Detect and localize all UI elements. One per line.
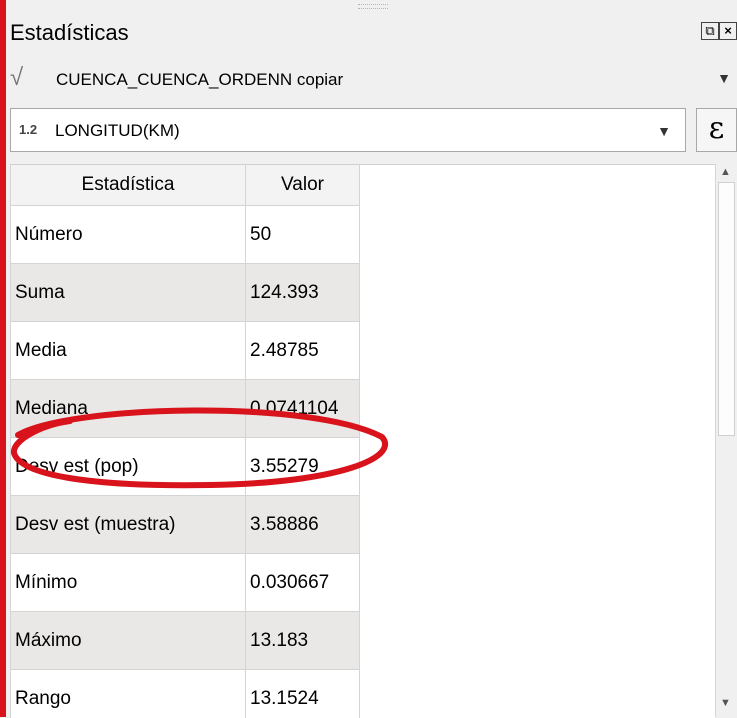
- table-row[interactable]: Número 50: [11, 206, 360, 264]
- line-vector-layer-icon: √: [10, 64, 23, 92]
- statistics-table: Estadística Valor Número 50 Suma 124.393…: [10, 165, 360, 718]
- stat-value-cell: 2.48785: [246, 322, 360, 380]
- table-row[interactable]: Suma 124.393: [11, 264, 360, 322]
- stat-name-cell: Rango: [11, 670, 246, 718]
- stat-name-cell: Desv est (muestra): [11, 496, 246, 554]
- stat-name-cell: Desv est (pop): [11, 438, 246, 496]
- vertical-scrollbar[interactable]: ▲ ▼: [715, 164, 737, 717]
- table-row[interactable]: Mínimo 0.030667: [11, 554, 360, 612]
- table-row[interactable]: Máximo 13.183: [11, 612, 360, 670]
- stat-value-cell: 3.58886: [246, 496, 360, 554]
- scroll-down-icon[interactable]: ▼: [720, 697, 731, 709]
- chevron-down-icon[interactable]: ▼: [657, 123, 671, 139]
- table-row[interactable]: Desv est (pop) 3.55279: [11, 438, 360, 496]
- stat-name-cell: Máximo: [11, 612, 246, 670]
- field-selector[interactable]: 1.2 LONGITUD(KM) ▼: [10, 108, 686, 152]
- table-row[interactable]: Mediana 0.0741104: [11, 380, 360, 438]
- layer-name: CUENCA_CUENCA_ORDENN copiar: [56, 70, 343, 90]
- stat-value-cell: 0.030667: [246, 554, 360, 612]
- close-panel-icon[interactable]: ×: [719, 22, 737, 40]
- dock-grip-handle[interactable]: [358, 4, 388, 9]
- column-header-statistic[interactable]: Estadística: [11, 165, 246, 206]
- statistics-table-area: Estadística Valor Número 50 Suma 124.393…: [10, 164, 715, 718]
- stat-name-cell: Mínimo: [11, 554, 246, 612]
- table-header-row: Estadística Valor: [11, 165, 360, 206]
- stat-value-cell: 13.183: [246, 612, 360, 670]
- stat-value-cell: 3.55279: [246, 438, 360, 496]
- table-row[interactable]: Media 2.48785: [11, 322, 360, 380]
- panel-title: Estadísticas: [10, 20, 129, 46]
- expression-button[interactable]: ε: [696, 108, 737, 152]
- chevron-down-icon[interactable]: ▼: [717, 70, 731, 86]
- stat-value-cell: 50: [246, 206, 360, 264]
- stat-value-cell: 13.1524: [246, 670, 360, 718]
- panel-title-buttons: ⧉ ×: [701, 22, 737, 42]
- stat-value-cell: 124.393: [246, 264, 360, 322]
- field-name: LONGITUD(KM): [55, 121, 180, 141]
- scrollbar-thumb[interactable]: [718, 182, 735, 436]
- stat-name-cell: Media: [11, 322, 246, 380]
- stat-name-cell: Número: [11, 206, 246, 264]
- table-row[interactable]: Rango 13.1524: [11, 670, 360, 718]
- stat-name-cell: Mediana: [11, 380, 246, 438]
- stat-value-cell: 0.0741104: [246, 380, 360, 438]
- decimal-type-icon: 1.2: [19, 122, 37, 137]
- statistics-panel: Estadísticas ⧉ × √ CUENCA_CUENCA_ORDENN …: [6, 0, 737, 717]
- float-panel-icon[interactable]: ⧉: [701, 22, 719, 40]
- stat-name-cell: Suma: [11, 264, 246, 322]
- layer-selector[interactable]: √ CUENCA_CUENCA_ORDENN copiar ▼: [10, 58, 737, 100]
- table-row[interactable]: Desv est (muestra) 3.58886: [11, 496, 360, 554]
- column-header-value[interactable]: Valor: [246, 165, 360, 206]
- scroll-up-icon[interactable]: ▲: [720, 166, 731, 178]
